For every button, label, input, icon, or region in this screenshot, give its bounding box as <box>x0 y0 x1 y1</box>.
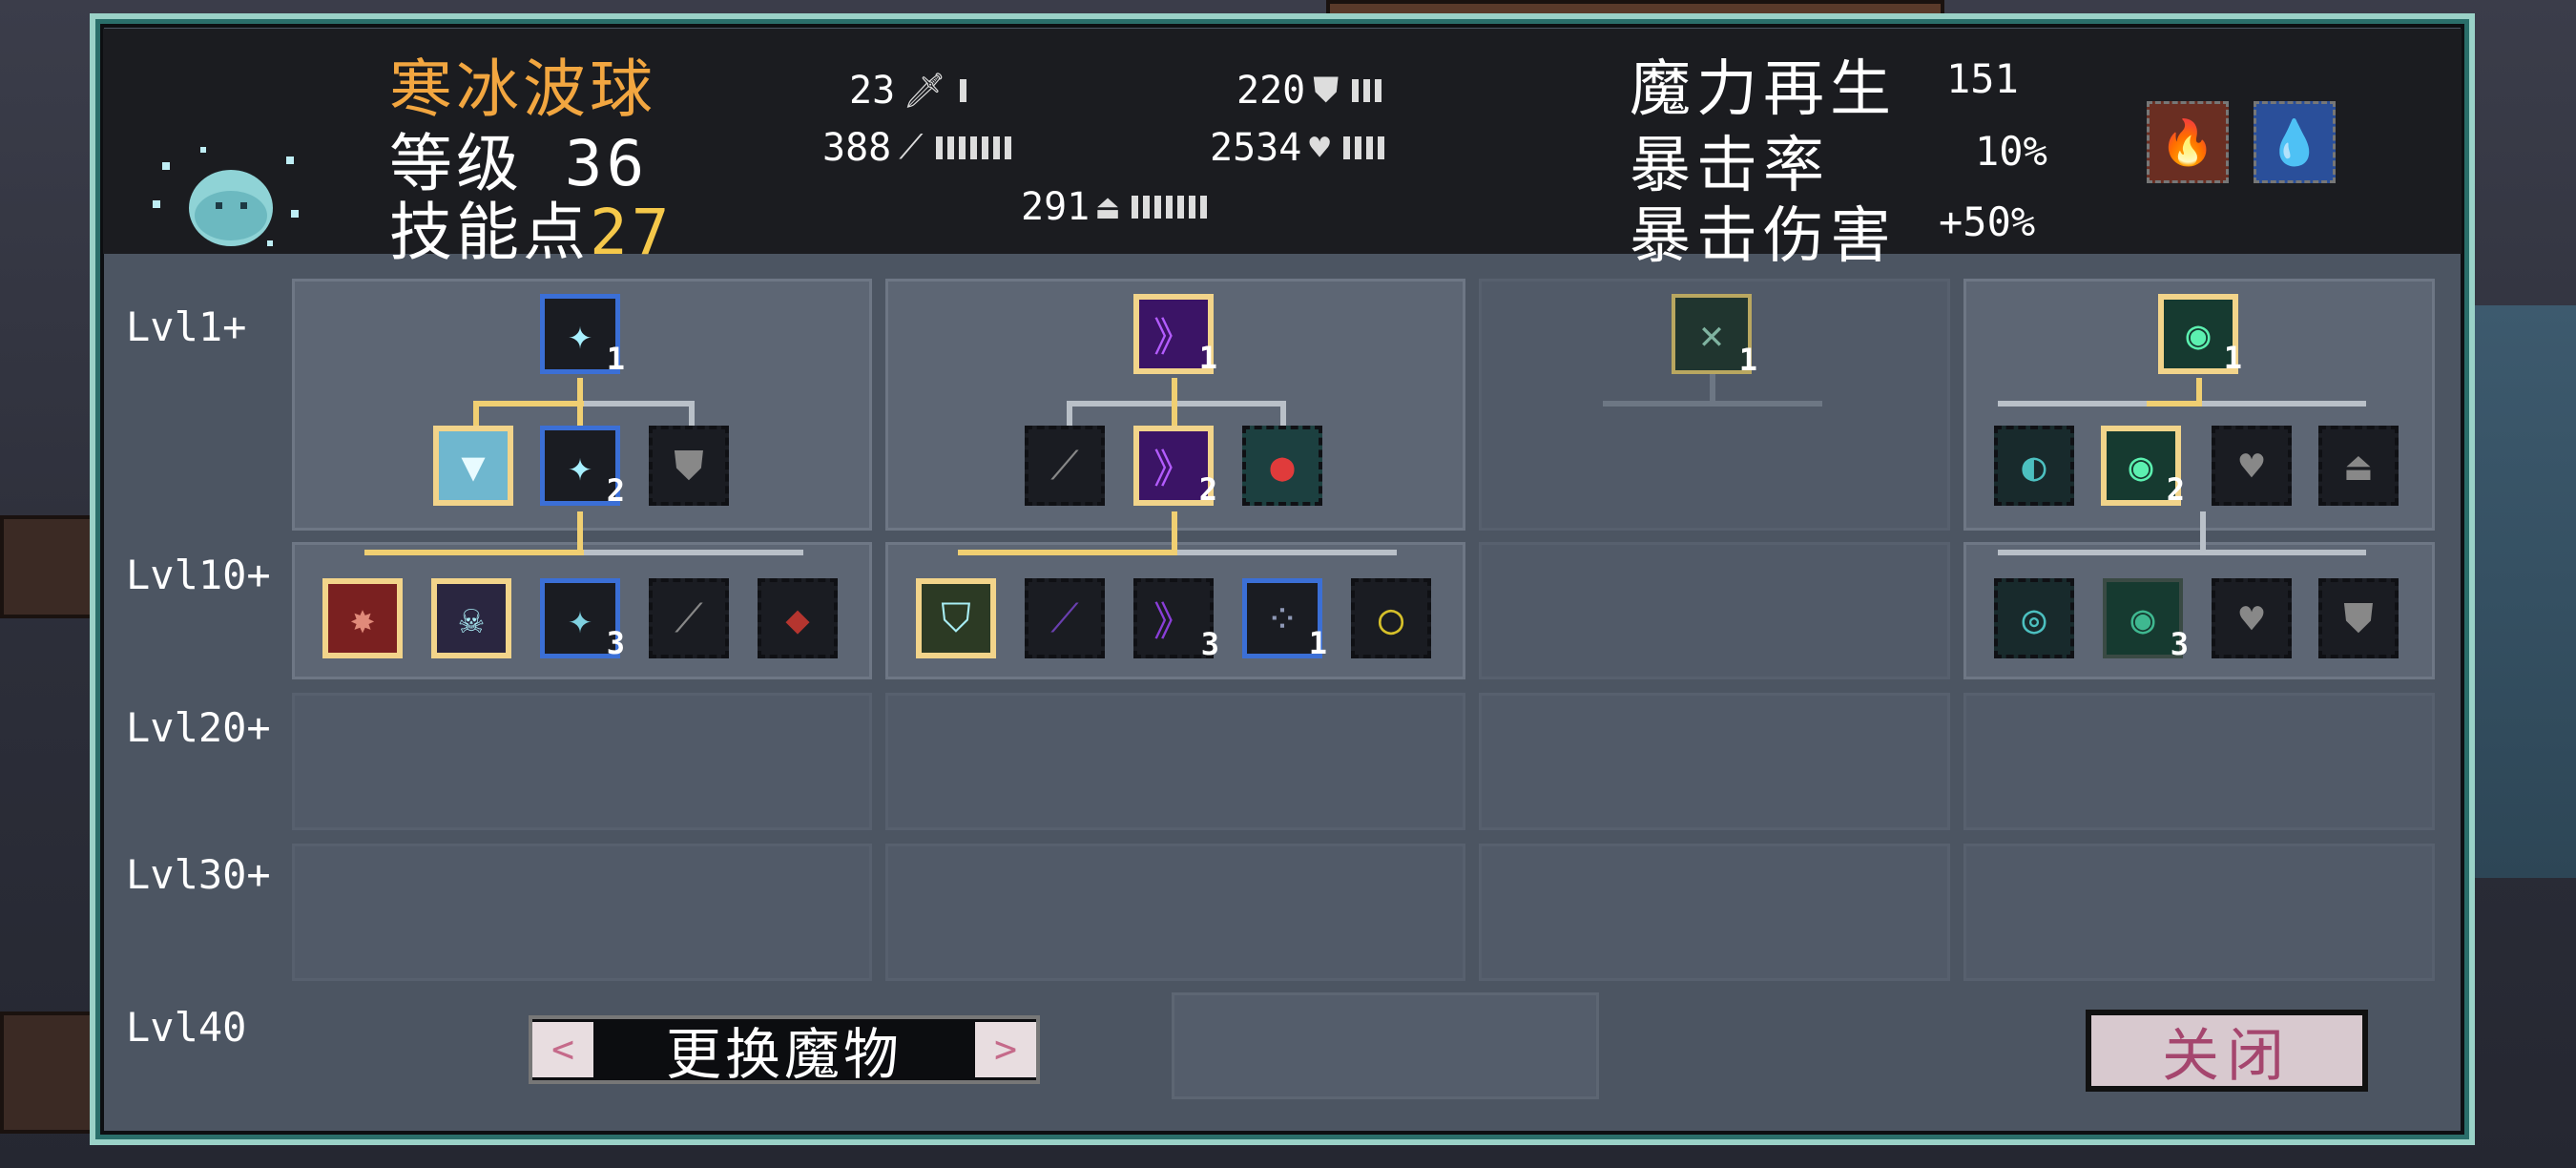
magic-attack-stat: 388 ⟋ <box>822 126 1012 170</box>
shield-skill[interactable]: ⛊ <box>649 426 729 506</box>
tree-d-tier20 <box>1963 693 2435 830</box>
health-stat: 2534 ♥ <box>1210 126 1385 170</box>
prev-monster-button[interactable]: < <box>532 1022 593 1077</box>
poison-skill[interactable]: ● <box>1242 426 1322 506</box>
tree-link <box>1172 511 1177 552</box>
shield-skill[interactable]: ⛊ <box>2318 578 2399 658</box>
crit-damage-label: 暴击伤害 <box>1630 201 1897 272</box>
crit-rate-value: 10% <box>1975 128 2047 175</box>
tier-label-20: Lvl20+ <box>126 704 271 751</box>
crystal-shield-skill[interactable]: ⛉ <box>916 578 996 658</box>
tree-c-tier30 <box>1479 844 1950 981</box>
tree-link <box>577 511 583 552</box>
staff-skill[interactable]: ⟋ <box>649 578 729 658</box>
ice-slime-icon <box>153 147 299 246</box>
crit-damage-value: +50% <box>1939 198 2036 245</box>
background-brick <box>0 515 93 618</box>
tree-c-tier10 <box>1479 542 1950 679</box>
ice-orb-skill[interactable]: ✦ 1 <box>540 294 625 377</box>
tree-link <box>577 378 583 403</box>
tier-label-1: Lvl1+ <box>126 303 247 350</box>
attack-stat: 23 🗡 <box>849 69 966 113</box>
ice-orb-upgrade-skill[interactable]: ✦ 2 <box>540 426 625 509</box>
defense-stat: 220 ⛊ <box>1236 69 1382 113</box>
tree-link <box>958 550 1177 555</box>
background-brick <box>0 1012 93 1134</box>
tree-link <box>1067 401 1072 428</box>
tree-link <box>2196 378 2202 403</box>
tier-label-10: Lvl10+ <box>126 552 271 598</box>
claw-advanced-skill[interactable]: 》 3 <box>1133 578 1219 662</box>
void-ring-skill[interactable]: ◯ <box>1351 578 1431 658</box>
dash-skill[interactable]: ◐ <box>1994 426 2074 506</box>
tier-label-30: Lvl30+ <box>126 851 271 898</box>
tree-link <box>473 401 584 407</box>
tree-link <box>1172 378 1177 403</box>
boot-icon: ⏏ <box>1097 187 1118 227</box>
tree-link <box>584 550 803 555</box>
evolution-slots <box>1172 992 1599 1099</box>
emerald-orb-advanced-skill[interactable]: ◉ 3 <box>2103 578 2189 662</box>
staff-icon: ⟋ <box>899 128 924 167</box>
tree-b-tier30 <box>885 844 1465 981</box>
tree-a-tier20 <box>292 693 872 830</box>
red-shield-skill[interactable]: ◆ <box>758 578 838 658</box>
tree-link <box>2200 511 2206 552</box>
tree-link <box>364 550 584 555</box>
tree-link <box>1172 401 1177 428</box>
bubble-skill[interactable]: ◎ <box>1994 578 2074 658</box>
close-button[interactable]: 关闭 <box>2086 1010 2368 1092</box>
tree-d-tier30 <box>1963 844 2435 981</box>
sword-icon: 🗡 <box>903 72 946 111</box>
tree-a-tier30 <box>292 844 872 981</box>
mana-regen-label: 魔力再生 <box>1630 54 1897 125</box>
tree-link <box>1998 550 2366 555</box>
staff-skill[interactable]: ⟋ <box>1025 426 1105 506</box>
crossed-swords-skill[interactable]: ✕ 1 <box>1672 294 1757 378</box>
ice-spikes-skill[interactable]: ▼ <box>433 426 513 506</box>
tree-link <box>1177 550 1397 555</box>
emerald-orb-upgrade-skill[interactable]: ◉ 2 <box>2101 426 2185 508</box>
skill-points: 技能点27 <box>389 196 674 269</box>
tree-link <box>1710 374 1715 401</box>
tier-label-40: Lvl40 <box>126 1004 247 1051</box>
claw-upgrade-skill[interactable]: 》 2 <box>1133 426 1217 508</box>
tree-link <box>1603 401 1822 407</box>
fire-up-icon[interactable]: 🔥 <box>2147 101 2229 183</box>
speed-stat: 291 ⏏ <box>1021 185 1207 229</box>
change-monster-bar: < 更换魔物 > <box>529 1015 1040 1087</box>
water-shield-icon[interactable]: 💧 <box>2254 101 2336 183</box>
emerald-orb-skill[interactable]: ◉ 1 <box>2158 294 2242 376</box>
tree-link <box>1280 401 1286 428</box>
boot-skill[interactable]: ⏏ <box>2318 426 2399 506</box>
heart-skill[interactable]: ♥ <box>2212 426 2292 506</box>
ice-orb-advanced-skill[interactable]: ✦ 3 <box>540 578 625 661</box>
tree-link <box>473 401 479 428</box>
tree-link <box>577 401 583 428</box>
mana-regen-value: 151 <box>1946 55 2019 102</box>
claw-skill[interactable]: 》 1 <box>1133 294 1217 376</box>
rain-skill[interactable]: ⁘ 1 <box>1242 578 1327 661</box>
next-monster-button[interactable]: > <box>974 1022 1036 1077</box>
tree-c-tier20 <box>1479 693 1950 830</box>
shield-icon: ⛊ <box>1313 71 1340 110</box>
dark-blade-skill[interactable]: ⟋ <box>1025 578 1105 658</box>
heart-icon: ♥ <box>1309 128 1331 168</box>
change-monster-label: 更换魔物 <box>665 1022 903 1087</box>
tree-b-tier20 <box>885 693 1465 830</box>
tree-link <box>2147 401 2202 407</box>
tree-link <box>584 401 695 407</box>
tree-link <box>689 401 695 428</box>
fire-skill[interactable]: ✸ <box>322 578 403 658</box>
heart-skill[interactable]: ♥ <box>2212 578 2292 658</box>
skull-skill[interactable]: ☠ <box>431 578 511 658</box>
